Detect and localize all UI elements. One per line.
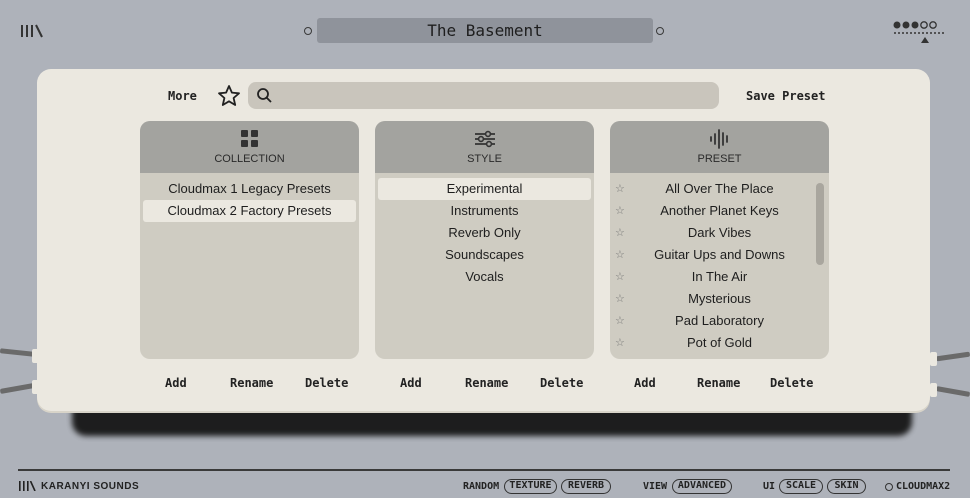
ui-label: UI [763, 481, 776, 492]
collection-add-button[interactable]: Add [165, 376, 187, 390]
more-button[interactable]: More [168, 89, 197, 103]
collection-column: COLLECTION Cloudmax 1 Legacy Presets Clou… [140, 121, 359, 359]
preset-add-button[interactable]: Add [634, 376, 656, 390]
preset-list: ☆ All Over The Place ☆ Another Planet Keys ☆… [610, 173, 829, 354]
style-list-item[interactable]: Soundscapes [378, 244, 591, 266]
favorite-star-icon[interactable]: ☆ [615, 288, 625, 310]
grid-icon [240, 130, 258, 147]
preset-item-label: Mysterious [688, 291, 751, 306]
preset-column: PRESET ☆ All Over The Place ☆ Another Plane… [610, 121, 829, 359]
star-icon[interactable] [217, 84, 241, 108]
preset-item-label: In The Air [691, 269, 748, 284]
collection-item-label: Cloudmax 2 Factory Presets [167, 203, 332, 218]
style-list-item[interactable]: Vocals [378, 266, 591, 288]
preset-rename-button[interactable]: Rename [697, 376, 740, 390]
collection-header: COLLECTION [140, 121, 359, 173]
favorite-star-icon[interactable]: ☆ [615, 200, 625, 222]
brand-logo-icon [19, 481, 36, 491]
preset-delete-button[interactable]: Delete [770, 376, 813, 390]
search-input[interactable] [280, 82, 710, 109]
search-icon [257, 88, 272, 103]
preset-item-label: Guitar Ups and Downs [654, 247, 785, 262]
random-label: RANDOM [463, 481, 500, 492]
preset-dots-icon[interactable] [892, 20, 946, 46]
collection-list-item[interactable]: Cloudmax 2 Factory Presets [143, 200, 356, 222]
collection-list-item[interactable]: Cloudmax 1 Legacy Presets [143, 178, 356, 200]
favorite-star-icon[interactable]: ☆ [615, 244, 625, 266]
preset-item-label: Pad Laboratory [675, 313, 764, 328]
style-delete-button[interactable]: Delete [540, 376, 583, 390]
left-cable-bottom [0, 383, 35, 394]
preset-item-label: All Over The Place [665, 181, 774, 196]
right-cable-top [935, 351, 970, 362]
collection-item-label: Cloudmax 1 Legacy Presets [168, 181, 331, 196]
view-advanced-button[interactable]: ADVANCED [672, 479, 732, 494]
right-cable-bottom [935, 386, 970, 397]
right-plug-bottom [930, 383, 937, 397]
preset-list-item[interactable]: ☆ All Over The Place [613, 178, 826, 200]
preset-item-label: Another Planet Keys [660, 203, 779, 218]
right-plug-top [930, 352, 937, 366]
style-rename-button[interactable]: Rename [465, 376, 508, 390]
style-item-label: Experimental [446, 181, 523, 196]
ui-scale-button[interactable]: SCALE [779, 479, 823, 494]
next-preset-dot[interactable] [656, 27, 664, 35]
prev-preset-dot[interactable] [304, 27, 312, 35]
collection-delete-button[interactable]: Delete [305, 376, 348, 390]
preset-list-item[interactable]: ☆ Guitar Ups and Downs [613, 244, 826, 266]
preset-title-area: The Basement [304, 18, 666, 44]
product-name: CLOUDMAX2 [896, 481, 951, 492]
favorite-star-icon[interactable]: ☆ [615, 310, 625, 332]
random-reverb-button[interactable]: REVERB [561, 479, 611, 494]
style-add-button[interactable]: Add [400, 376, 422, 390]
favorite-star-icon[interactable]: ☆ [615, 266, 625, 288]
preset-header: PRESET [610, 121, 829, 173]
style-item-label: Soundscapes [445, 247, 524, 262]
collection-rename-button[interactable]: Rename [230, 376, 273, 390]
style-list-item[interactable]: Reverb Only [378, 222, 591, 244]
preset-item-label: Dark Vibes [687, 225, 752, 240]
sliders-icon [474, 130, 495, 148]
view-label: VIEW [643, 481, 668, 492]
preset-item-label: Pot of Gold [686, 335, 753, 350]
save-preset-button[interactable]: Save Preset [746, 89, 825, 103]
brand-name: KARANYI SOUNDS [41, 481, 140, 492]
bars-logo-icon [21, 24, 43, 38]
preset-list-item[interactable]: ☆ Dark Vibes [613, 222, 826, 244]
style-item-label: Reverb Only [448, 225, 521, 240]
style-column: STYLE Experimental Instruments Reverb Only… [375, 121, 594, 359]
style-list-item[interactable]: Experimental [378, 178, 591, 200]
search-bar [248, 82, 719, 109]
random-texture-button[interactable]: TEXTURE [504, 479, 557, 494]
preset-label: PRESET [697, 153, 742, 165]
preset-title[interactable]: The Basement [317, 18, 653, 43]
style-item-label: Vocals [465, 269, 504, 284]
left-cable-top [0, 348, 35, 357]
favorite-star-icon[interactable]: ☆ [615, 332, 625, 354]
style-list: Experimental Instruments Reverb Only Sounds… [375, 173, 594, 288]
style-item-label: Instruments [450, 203, 519, 218]
favorite-star-icon[interactable]: ☆ [615, 222, 625, 244]
preset-list-item[interactable]: ☆ Pot of Gold [613, 332, 826, 354]
preset-scrollbar[interactable] [816, 183, 824, 265]
preset-list-item[interactable]: ☆ Another Planet Keys [613, 200, 826, 222]
preset-list-item[interactable]: ☆ In The Air [613, 266, 826, 288]
style-header: STYLE [375, 121, 594, 173]
style-list-item[interactable]: Instruments [378, 200, 591, 222]
style-label: STYLE [467, 153, 502, 165]
preset-list-item[interactable]: ☆ Mysterious [613, 288, 826, 310]
preset-list-item[interactable]: ☆ Pad Laboratory [613, 310, 826, 332]
favorite-star-icon[interactable]: ☆ [615, 178, 625, 200]
product-ring-icon [885, 483, 893, 491]
collection-list: Cloudmax 1 Legacy Presets Cloudmax 2 Fact… [140, 173, 359, 222]
collection-label: COLLECTION [214, 153, 285, 165]
waveform-icon [709, 129, 728, 149]
ui-skin-button[interactable]: SKIN [827, 479, 866, 494]
footer-divider [18, 469, 950, 471]
